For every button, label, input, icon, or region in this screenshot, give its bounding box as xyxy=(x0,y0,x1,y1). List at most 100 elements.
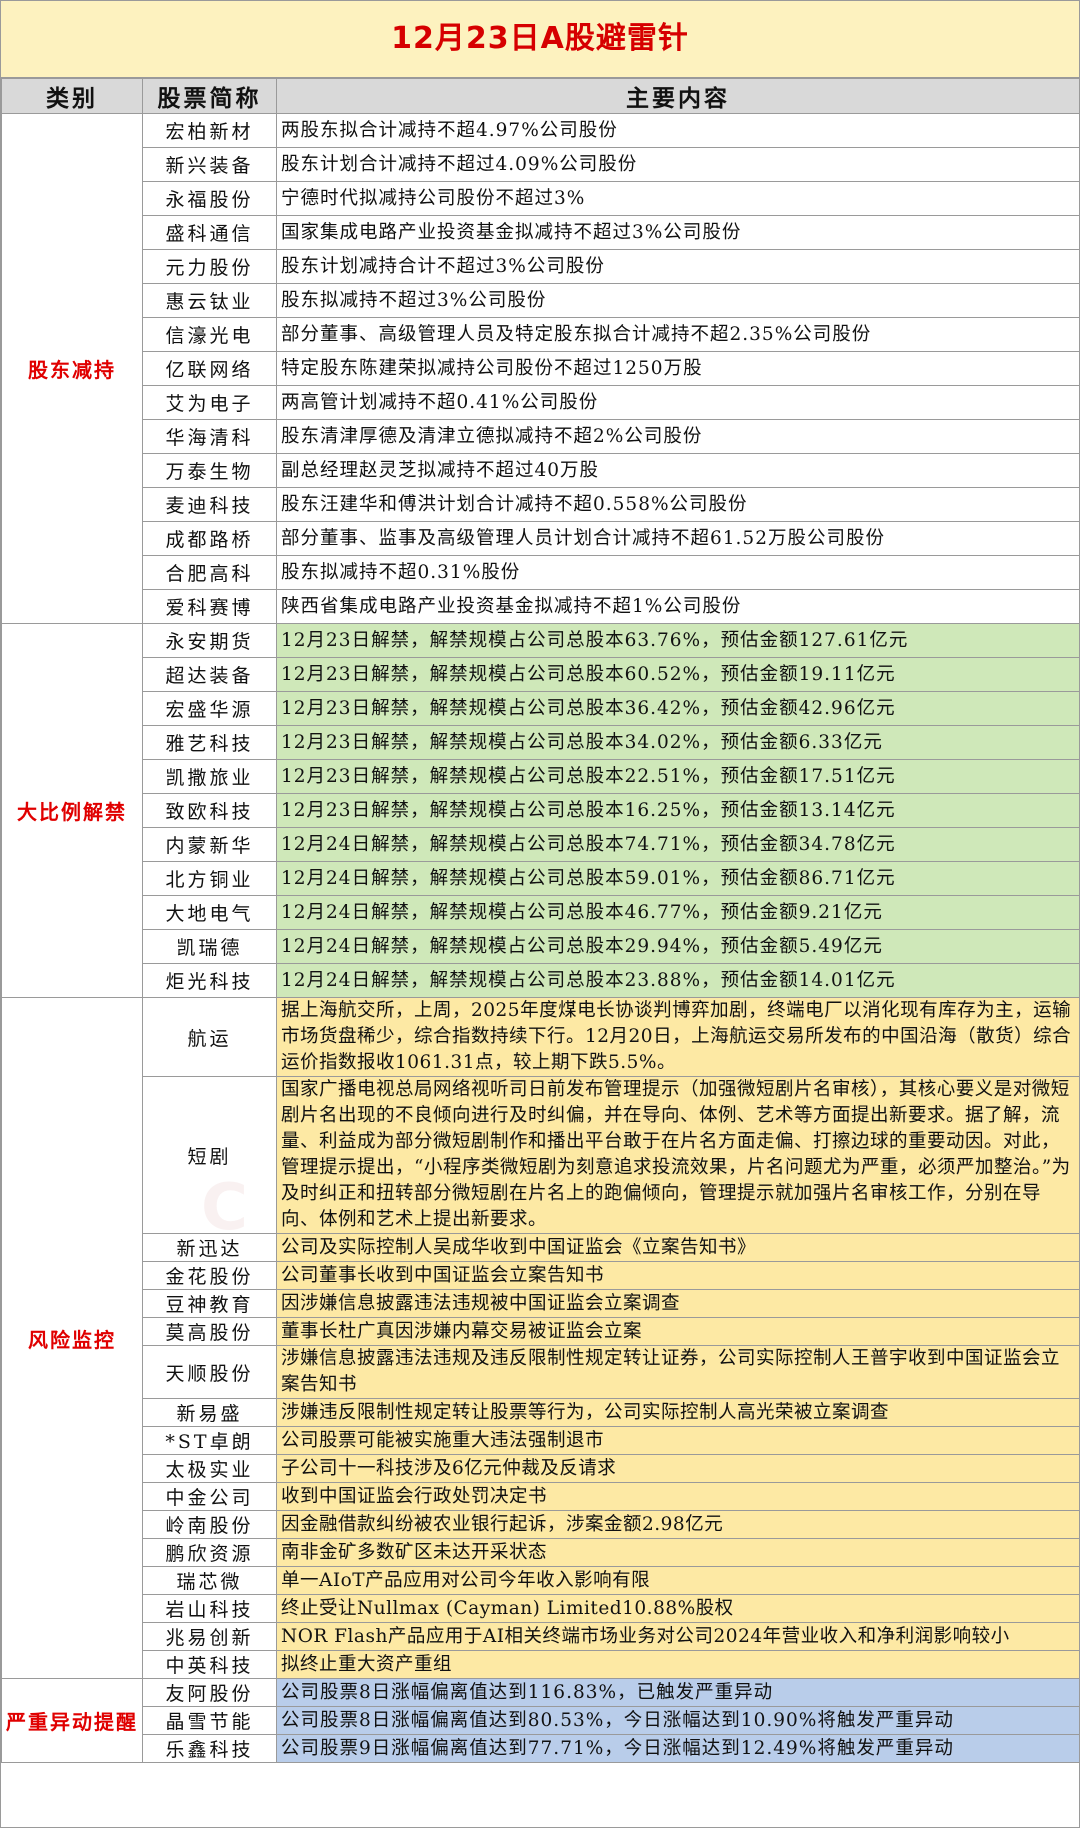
table-row: 信濠光电 部分董事、高级管理人员及特定股东拟合计减持不超2.35%公司股份 xyxy=(2,317,1080,352)
table-row: 岭南股份 因金融借款纠纷被农业银行起诉，涉案金额2.98亿元 xyxy=(2,1510,1080,1539)
content-cell: 12月24日解禁，解禁规模占公司总股本74.71%，预估金额34.78亿元 xyxy=(276,827,1080,862)
stock-name-cell: 新迅达 xyxy=(142,1233,277,1262)
stock-name-cell: 超达装备 xyxy=(142,657,277,692)
table-row: 兆易创新 NOR Flash产品应用于AI相关终端市场业务对公司2024年营业收入… xyxy=(2,1622,1080,1651)
table-row: 乐鑫科技 公司股票9日涨幅偏离值达到77.71%，今日涨幅达到12.49%将触发严… xyxy=(2,1734,1080,1763)
stock-name-cell: 信濠光电 xyxy=(142,317,277,352)
table-row: 天顺股份 涉嫌信息披露违法违规及违反限制性规定转让证券，公司实际控制人王普宇收到中… xyxy=(2,1345,1080,1399)
table-row: 莫高股份 董事长杜广真因涉嫌内幕交易被证监会立案 xyxy=(2,1317,1080,1346)
stock-name-cell: 炬光科技 xyxy=(142,963,277,998)
content-cell: 董事长杜广真因涉嫌内幕交易被证监会立案 xyxy=(276,1317,1080,1346)
table-row: 凯瑞德 12月24日解禁，解禁规模占公司总股本29.94%，预估金额5.49亿元 xyxy=(2,929,1080,964)
stock-name-cell: 金花股份 xyxy=(142,1261,277,1290)
content-cell: 股东计划合计减持不超过4.09%公司股份 xyxy=(276,147,1080,182)
table-row: 晶雪节能 公司股票8日涨幅偏离值达到80.53%，今日涨幅达到10.90%将触发严… xyxy=(2,1706,1080,1735)
table-row: 致欧科技 12月23日解禁，解禁规模占公司总股本16.25%，预估金额13.14亿… xyxy=(2,793,1080,828)
content-cell: 12月23日解禁，解禁规模占公司总股本36.42%，预估金额42.96亿元 xyxy=(276,691,1080,726)
stock-name-cell: 豆神教育 xyxy=(142,1289,277,1318)
table-row: 雅艺科技 12月23日解禁，解禁规模占公司总股本34.02%，预估金额6.33亿元 xyxy=(2,725,1080,760)
content-cell: 子公司十一科技涉及6亿元仲裁及反请求 xyxy=(276,1454,1080,1483)
content-cell: 公司董事长收到中国证监会立案告知书 xyxy=(276,1261,1080,1290)
header-category: 类别 xyxy=(1,78,143,114)
table-row: 艾为电子 两高管计划减持不超0.41%公司股份 xyxy=(2,385,1080,420)
stock-name-cell: 新兴装备 xyxy=(142,147,277,182)
stock-name-cell: 惠云钛业 xyxy=(142,283,277,318)
content-cell: 12月23日解禁，解禁规模占公司总股本63.76%，预估金额127.61亿元 xyxy=(276,623,1080,658)
stock-name-cell: 北方铜业 xyxy=(142,861,277,896)
content-cell: 因涉嫌信息披露违法违规被中国证监会立案调查 xyxy=(276,1289,1080,1318)
content-cell: 股东清津厚德及清津立德拟减持不超2%公司股份 xyxy=(276,419,1080,454)
stock-name-cell: 航运 xyxy=(142,997,277,1077)
content-cell: 南非金矿多数矿区未达开采状态 xyxy=(276,1538,1080,1567)
category-cell: 严重异动提醒 xyxy=(1,1678,143,1763)
content-cell: 涉嫌信息披露违法违规及违反限制性规定转让证券，公司实际控制人王普宇收到中国证监会… xyxy=(276,1345,1080,1399)
content-cell: 拟终止重大资产重组 xyxy=(276,1650,1080,1679)
header-stock-name: 股票简称 xyxy=(142,78,277,114)
table-row: 中金公司 收到中国证监会行政处罚决定书 xyxy=(2,1482,1080,1511)
table-row: 麦迪科技 股东汪建华和傅洪计划合计减持不超0.558%公司股份 xyxy=(2,487,1080,522)
table-row: 惠云钛业 股东拟减持不超过3%公司股份 xyxy=(2,283,1080,318)
content-cell: 公司股票8日涨幅偏离值达到116.83%，已触发严重异动 xyxy=(276,1678,1080,1707)
content-cell: 因金融借款纠纷被农业银行起诉，涉案金额2.98亿元 xyxy=(276,1510,1080,1539)
table-row: 亿联网络 特定股东陈建荣拟减持公司股份不超过1250万股 xyxy=(2,351,1080,386)
content-cell: 据上海航交所，上周，2025年度煤电长协谈判博弈加剧，终端电厂以消化现有库存为主… xyxy=(276,997,1080,1077)
content-cell: 部分董事、高级管理人员及特定股东拟合计减持不超2.35%公司股份 xyxy=(276,317,1080,352)
category-cell: 股东减持 xyxy=(1,113,143,624)
content-cell: 国家广播电视总局网络视听司日前发布管理提示（加强微短剧片名审核），其核心要义是对… xyxy=(276,1076,1080,1234)
stock-alert-sheet: 12月23日A股避雷针 类别 股票简称 主要内容 股东减持 宏柏新材 两股东拟合计减… xyxy=(0,0,1080,1828)
content-cell: 12月23日解禁，解禁规模占公司总股本16.25%，预估金额13.14亿元 xyxy=(276,793,1080,828)
table-row: 股东减持 宏柏新材 两股东拟合计减持不超4.97%公司股份 xyxy=(1,113,1080,624)
alert-table: 类别 股票简称 主要内容 股东减持 宏柏新材 两股东拟合计减持不超4.97%公司股份… xyxy=(1,78,1080,1763)
category-cell: 风险监控 xyxy=(1,997,143,1679)
content-cell: 公司股票9日涨幅偏离值达到77.71%，今日涨幅达到12.49%将触发严重异动 xyxy=(276,1734,1080,1763)
stock-name-cell: 兆易创新 xyxy=(142,1622,277,1651)
table-row: 新兴装备 股东计划合计减持不超过4.09%公司股份 xyxy=(2,147,1080,182)
content-cell: 股东拟减持不超过3%公司股份 xyxy=(276,283,1080,318)
table-row: 岩山科技 终止受让Nullmax (Cayman) Limited10.88%股权 xyxy=(2,1594,1080,1623)
table-row: 炬光科技 12月24日解禁，解禁规模占公司总股本23.88%，预估金额14.01亿… xyxy=(2,963,1080,998)
table-row: *ST卓朗 公司股票可能被实施重大违法强制退市 xyxy=(2,1426,1080,1455)
content-cell: 12月24日解禁，解禁规模占公司总股本46.77%，预估金额9.21亿元 xyxy=(276,895,1080,930)
stock-name-cell: 万泰生物 xyxy=(142,453,277,488)
stock-name-cell: 岭南股份 xyxy=(142,1510,277,1539)
content-cell: 12月24日解禁，解禁规模占公司总股本59.01%，预估金额86.71亿元 xyxy=(276,861,1080,896)
content-cell: 12月23日解禁，解禁规模占公司总股本60.52%，预估金额19.11亿元 xyxy=(276,657,1080,692)
table-row: 内蒙新华 12月24日解禁，解禁规模占公司总股本74.71%，预估金额34.78亿… xyxy=(2,827,1080,862)
stock-name-cell: 凯撒旅业 xyxy=(142,759,277,794)
stock-name-cell: 宏柏新材 xyxy=(142,113,277,148)
stock-name-cell: 元力股份 xyxy=(142,249,277,284)
header-row: 类别 股票简称 主要内容 xyxy=(1,78,1080,114)
table-row: 新易盛 涉嫌违反限制性规定转让股票等行为，公司实际控制人高光荣被立案调查 xyxy=(2,1398,1080,1427)
content-cell: 公司股票可能被实施重大违法强制退市 xyxy=(276,1426,1080,1455)
content-cell: 12月23日解禁，解禁规模占公司总股本34.02%，预估金额6.33亿元 xyxy=(276,725,1080,760)
content-cell: 收到中国证监会行政处罚决定书 xyxy=(276,1482,1080,1511)
stock-name-cell: 盛科通信 xyxy=(142,215,277,250)
table-row: 元力股份 股东计划减持合计不超过3%公司股份 xyxy=(2,249,1080,284)
stock-name-cell: 晶雪节能 xyxy=(142,1706,277,1735)
table-row: 成都路桥 部分董事、监事及高级管理人员计划合计减持不超61.52万股公司股份 xyxy=(2,521,1080,556)
page-title: 12月23日A股避雷针 xyxy=(1,1,1079,78)
stock-name-cell: 爱科赛博 xyxy=(142,589,277,624)
content-cell: 两股东拟合计减持不超4.97%公司股份 xyxy=(276,113,1080,148)
stock-name-cell: 永福股份 xyxy=(142,181,277,216)
table-row: 超达装备 12月23日解禁，解禁规模占公司总股本60.52%，预估金额19.11亿… xyxy=(2,657,1080,692)
content-cell: 宁德时代拟减持公司股份不超过3% xyxy=(276,181,1080,216)
stock-name-cell: *ST卓朗 xyxy=(142,1426,277,1455)
content-cell: NOR Flash产品应用于AI相关终端市场业务对公司2024年营业收入和净利润… xyxy=(276,1622,1080,1651)
table-row: 盛科通信 国家集成电路产业投资基金拟减持不超过3%公司股份 xyxy=(2,215,1080,250)
table-row: 豆神教育 因涉嫌信息披露违法违规被中国证监会立案调查 xyxy=(2,1289,1080,1318)
stock-name-cell: 莫高股份 xyxy=(142,1317,277,1346)
table-row: 瑞芯微 单一AIoT产品应用对公司今年收入影响有限 xyxy=(2,1566,1080,1595)
content-cell: 国家集成电路产业投资基金拟减持不超过3%公司股份 xyxy=(276,215,1080,250)
stock-name-cell: 友阿股份 xyxy=(142,1678,277,1707)
stock-name-cell: 致欧科技 xyxy=(142,793,277,828)
table-row: 宏盛华源 12月23日解禁，解禁规模占公司总股本36.42%，预估金额42.96亿… xyxy=(2,691,1080,726)
content-cell: 部分董事、监事及高级管理人员计划合计减持不超61.52万股公司股份 xyxy=(276,521,1080,556)
stock-name-cell: 瑞芯微 xyxy=(142,1566,277,1595)
content-cell: 涉嫌违反限制性规定转让股票等行为，公司实际控制人高光荣被立案调查 xyxy=(276,1398,1080,1427)
content-cell: 副总经理赵灵芝拟减持不超过40万股 xyxy=(276,453,1080,488)
stock-name-cell: 乐鑫科技 xyxy=(142,1734,277,1763)
stock-name-cell: 成都路桥 xyxy=(142,521,277,556)
table-row: 大比例解禁 永安期货 12月23日解禁，解禁规模占公司总股本63.76%，预估金额1… xyxy=(1,623,1080,998)
stock-name-cell: 亿联网络 xyxy=(142,351,277,386)
